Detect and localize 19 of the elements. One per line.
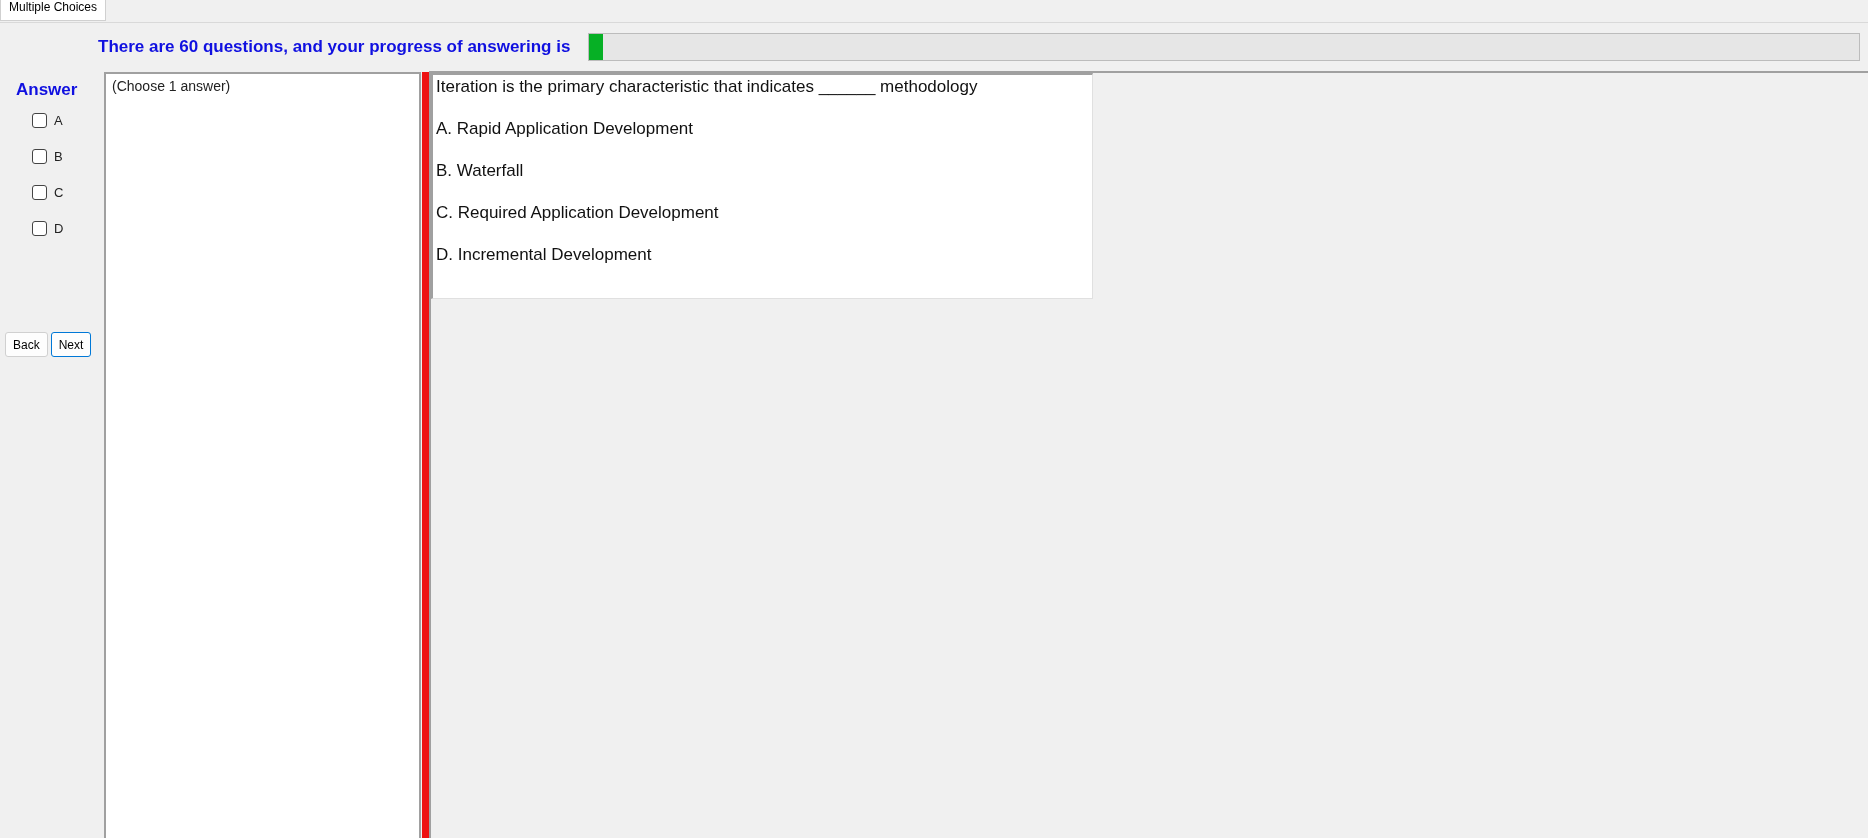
tab[interactable]: Multiple Choices xyxy=(0,0,107,21)
checkbox-label: D xyxy=(54,221,64,236)
question-text: Iteration is the primary characteristic that indicates ______ methodology xyxy=(436,76,979,98)
next-button[interactable]: Next xyxy=(50,332,92,357)
choice-text: C. Required Application Development xyxy=(436,202,720,224)
answer-heading: Answer xyxy=(16,80,78,100)
checkbox-label: A xyxy=(54,113,63,128)
checkbox-label: B xyxy=(54,149,63,164)
checkbox[interactable] xyxy=(32,113,47,128)
checkbox[interactable] xyxy=(32,185,47,200)
hint-text: (Choose 1 answer) xyxy=(112,78,231,94)
back-button[interactable]: Back xyxy=(5,332,48,357)
choice-text: D. Incremental Development xyxy=(436,244,653,266)
checkbox[interactable] xyxy=(32,221,47,236)
progress-label: There are 60 questions, and your progress of answering is xyxy=(98,37,571,57)
checkbox-label: C xyxy=(54,185,64,200)
choice-text: B. Waterfall xyxy=(436,160,525,182)
checkbox[interactable] xyxy=(32,149,47,164)
choice-text: A. Rapid Application Development xyxy=(436,118,695,140)
